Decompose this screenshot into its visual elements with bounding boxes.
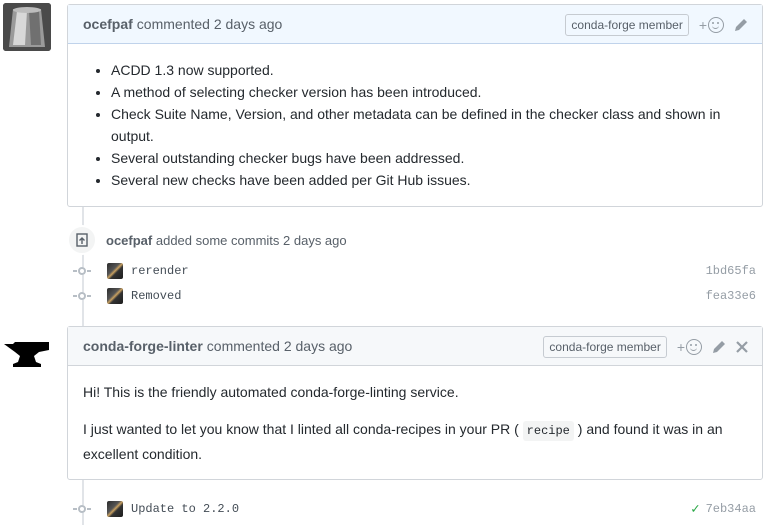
commit-sha[interactable]: fea33e6 (706, 289, 756, 303)
comment-body: Hi! This is the friendly automated conda… (68, 366, 762, 481)
inline-code: recipe (522, 421, 574, 441)
avatar[interactable] (107, 288, 123, 304)
commit-message[interactable]: rerender (131, 264, 189, 278)
commit-row: Removed fea33e6 (73, 286, 756, 306)
git-commit-icon (73, 505, 91, 513)
list-item: ACDD 1.3 now supported. (111, 59, 747, 81)
commit-row: Update to 2.2.0 ✓ 7eb34aa (73, 499, 756, 519)
add-reaction-button[interactable]: + (698, 16, 724, 33)
delete-button[interactable] (736, 340, 748, 353)
reaction-plus: + (676, 338, 685, 355)
linter-greeting: Hi! This is the friendly automated conda… (83, 384, 459, 400)
git-commit-icon (73, 292, 91, 300)
git-commit-icon (73, 267, 91, 275)
commit-sha[interactable]: 1bd65fa (706, 264, 756, 278)
commit-message[interactable]: Update to 2.2.0 (131, 502, 239, 516)
event-author[interactable]: ocefpaf (106, 233, 152, 248)
comment-author[interactable]: conda-forge-linter (83, 338, 203, 354)
edit-button[interactable] (712, 340, 726, 354)
commit-message[interactable]: Removed (131, 289, 181, 303)
comment-header: conda-forge-linter commented 2 days ago … (68, 327, 762, 366)
pencil-icon (713, 340, 725, 353)
list-item: A method of selecting checker version ha… (111, 81, 747, 103)
comment-timestamp[interactable]: commented 2 days ago (137, 16, 283, 32)
member-badge: conda-forge member (543, 335, 667, 358)
avatar[interactable] (107, 501, 123, 517)
commit-row: rerender 1bd65fa (73, 261, 756, 281)
edit-button[interactable] (734, 18, 748, 32)
pencil-icon (735, 18, 747, 31)
comment-timestamp[interactable]: commented 2 days ago (207, 338, 353, 354)
member-badge: conda-forge member (565, 13, 689, 36)
comment-header: ocefpaf commented 2 days ago conda-forge… (68, 5, 762, 44)
smiley-icon (686, 338, 702, 355)
linter-message: I just wanted to let you know that I lin… (83, 421, 723, 462)
commit-sha[interactable]: ✓ 7eb34aa (691, 501, 756, 518)
avatar[interactable] (107, 263, 123, 279)
event-description: added some commits 2 days ago (155, 232, 347, 248)
smiley-icon (708, 16, 724, 33)
list-item: Check Suite Name, Version, and other met… (111, 103, 747, 147)
repo-push-icon (67, 225, 97, 255)
comment-body: ACDD 1.3 now supported. A method of sele… (68, 44, 762, 206)
comment-author[interactable]: ocefpaf (83, 16, 133, 32)
list-item: Several new checks have been added per G… (111, 169, 747, 191)
check-icon[interactable]: ✓ (691, 501, 699, 518)
list-item: Several outstanding checker bugs have be… (111, 147, 747, 169)
reaction-plus: + (698, 16, 707, 33)
release-notes-list: ACDD 1.3 now supported. A method of sele… (83, 59, 747, 191)
add-reaction-button[interactable]: + (676, 338, 702, 355)
comment-card: conda-forge-linter commented 2 days ago … (67, 326, 763, 480)
comment-card: ocefpaf commented 2 days ago conda-forge… (67, 4, 763, 207)
close-icon (736, 340, 748, 353)
commits-added-event: ocefpaf added some commits 2 days ago (67, 225, 347, 255)
anvil-avatar[interactable] (3, 330, 51, 378)
avatar[interactable] (3, 3, 51, 51)
